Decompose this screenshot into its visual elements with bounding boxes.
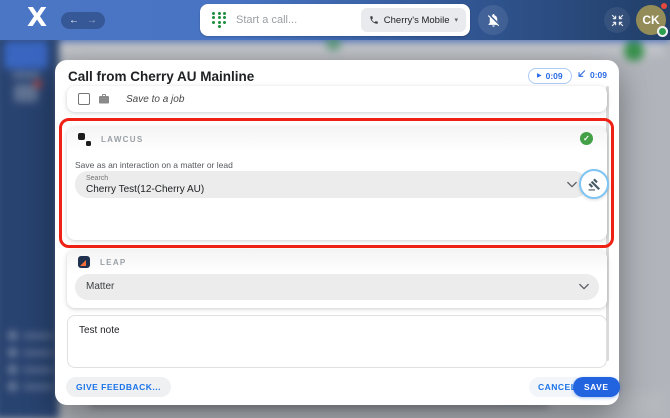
forward-arrow-icon[interactable]: →	[87, 16, 97, 26]
notifications-muted-button[interactable]	[478, 5, 508, 35]
start-call-input[interactable]	[236, 14, 361, 26]
note-box: Test note	[67, 315, 607, 368]
bell-off-icon	[486, 13, 501, 28]
lawcus-section: LAWCUS ✓ Save as an interaction on a mat…	[67, 127, 607, 240]
briefcase-icon	[98, 93, 110, 105]
call-log-dialog: Call from Cherry AU Mainline ▶ 0:09 0:09…	[55, 60, 619, 405]
lawcus-section-label: LAWCUS	[101, 135, 143, 144]
lawcus-description: Save as an interaction on a matter or le…	[75, 160, 233, 170]
give-feedback-button[interactable]: GIVE FEEDBACK...	[66, 377, 171, 397]
recording-timer-pill[interactable]: ▶ 0:09	[528, 68, 572, 84]
top-bar: X ← → Cherry's Mobile ▾	[0, 0, 670, 40]
notification-dot	[661, 3, 667, 9]
line-selector-button[interactable]: Cherry's Mobile ▾	[361, 8, 466, 32]
dialog-title: Call from Cherry AU Mainline	[68, 69, 254, 84]
gavel-icon	[588, 178, 601, 191]
app-window: X ← → Cherry's Mobile ▾	[0, 0, 670, 418]
online-status-dot	[657, 26, 668, 37]
chevron-down-icon	[579, 284, 589, 291]
start-call-searchbar[interactable]: Cherry's Mobile ▾	[200, 4, 470, 36]
leap-matter-value: Matter	[86, 281, 114, 292]
save-to-job-label: Save to a job	[126, 94, 184, 105]
save-to-job-checkbox[interactable]	[78, 93, 90, 105]
recording-timer-value: 0:09	[546, 71, 563, 81]
lawcus-logo-icon	[78, 133, 91, 146]
leap-header: LEAP	[67, 250, 607, 274]
collapse-window-button[interactable]	[604, 7, 630, 33]
lawcus-search-value: Cherry Test(12-Cherry AU)	[86, 184, 204, 195]
nextiva-logo: X	[27, 3, 47, 33]
avatar-initials: CK	[642, 13, 659, 27]
save-button[interactable]: SAVE	[573, 377, 620, 397]
dialpad-icon	[212, 12, 226, 29]
lawcus-header: LAWCUS ✓	[67, 127, 607, 151]
lawcus-search-label: Search	[86, 175, 108, 182]
leap-section: LEAP Matter	[67, 250, 607, 308]
lawcus-matter-select[interactable]: Search Cherry Test(12-Cherry AU)	[75, 171, 587, 198]
user-avatar[interactable]: CK	[636, 5, 666, 35]
chevron-down-icon	[567, 181, 577, 188]
incoming-call-icon	[576, 69, 587, 80]
leap-logo-icon	[78, 256, 90, 268]
history-nav: ← →	[61, 12, 105, 29]
note-input[interactable]: Test note	[68, 316, 606, 367]
chevron-down-icon: ▾	[454, 16, 458, 24]
leap-section-label: LEAP	[100, 258, 127, 267]
lawcus-gavel-button[interactable]	[579, 169, 609, 199]
call-duration-value: 0:09	[590, 70, 607, 80]
save-to-job-card: Save to a job	[67, 86, 607, 112]
phone-icon	[369, 15, 379, 25]
play-icon: ▶	[537, 73, 542, 79]
leap-matter-select[interactable]: Matter	[75, 274, 599, 300]
line-selector-label: Cherry's Mobile	[384, 15, 450, 26]
lawcus-connected-check-icon: ✓	[580, 132, 593, 145]
back-arrow-icon[interactable]: ←	[69, 16, 79, 26]
collapse-arrows-icon	[611, 14, 624, 27]
call-duration: 0:09	[576, 69, 607, 80]
